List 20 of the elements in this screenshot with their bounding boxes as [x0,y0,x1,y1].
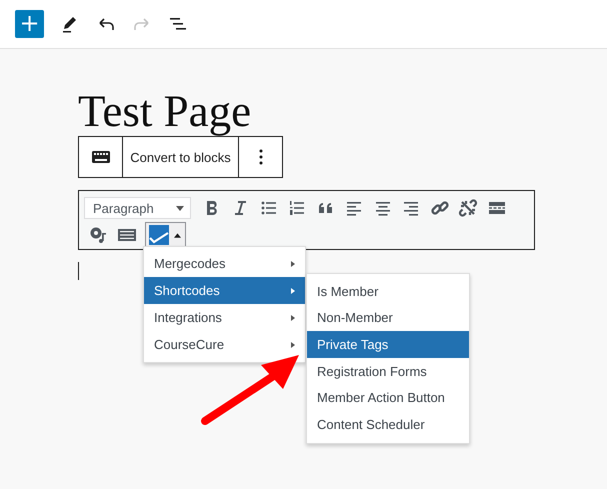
menu-item[interactable]: Is Member [307,278,469,305]
plugin-dropdown-button[interactable] [145,222,186,248]
menu-item[interactable]: Private Tags [307,331,469,358]
page-title: Test Page [78,89,252,134]
menu-item[interactable]: Mergecodes [144,250,305,277]
menu-item[interactable]: Content Scheduler [307,410,469,438]
unlink-icon[interactable] [458,198,478,218]
menu-item[interactable]: CourseCure [144,331,305,358]
menu-item[interactable]: Shortcodes [144,277,305,304]
text-cursor [78,262,79,280]
menu-item[interactable]: Integrations [144,304,305,331]
caret-icon [174,232,181,238]
dropdown-caret-icon [176,206,184,210]
add-block-button[interactable]: + [15,10,44,38]
media-icon[interactable] [89,225,109,245]
format-select[interactable]: Paragraph [84,197,191,219]
menu-item[interactable]: Registration Forms [307,358,469,384]
menu-item[interactable]: Member Action Button [307,384,469,411]
menu-item[interactable]: Non-Member [307,304,469,332]
numbered-list-icon[interactable] [287,198,307,218]
